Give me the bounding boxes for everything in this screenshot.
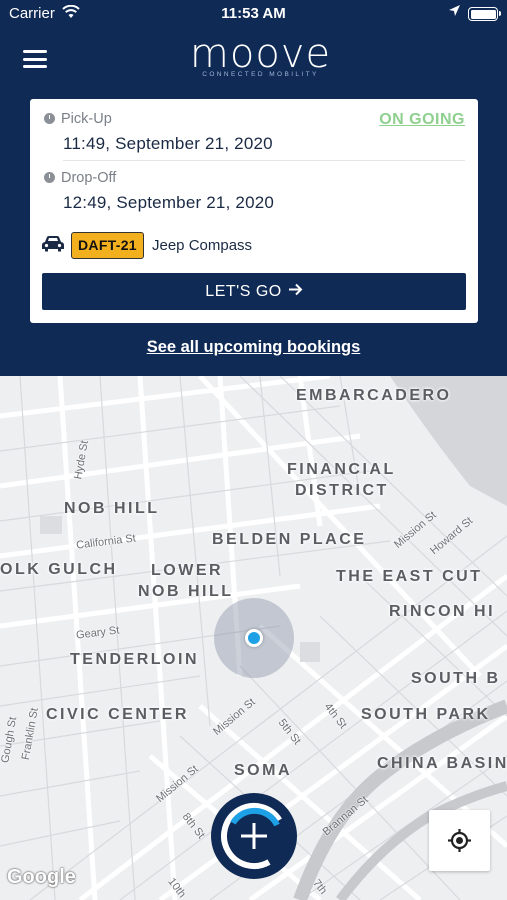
area-label: BELDEN PLACE xyxy=(212,531,367,548)
status-bar: Carrier 11:53 AM xyxy=(0,0,507,28)
arrow-right-icon xyxy=(288,273,303,310)
car-icon xyxy=(41,235,65,253)
lets-go-label: LET'S GO xyxy=(205,283,282,300)
pickup-label: Pick-Up xyxy=(44,111,112,127)
booking-card: Pick-Up ON GOING 11:49, September 21, 20… xyxy=(30,99,478,323)
area-label: NOB HILL xyxy=(64,500,160,517)
area-label: OLK GULCH xyxy=(0,561,118,578)
moove-logo: moove CONNECTED MOBILITY xyxy=(183,34,338,84)
logo-word: moove xyxy=(189,31,332,77)
new-booking-button[interactable] xyxy=(211,793,297,879)
battery-fill xyxy=(470,9,496,19)
clock-time: 11:53 AM xyxy=(221,5,286,22)
pickup-time: 11:49, September 21, 2020 xyxy=(63,134,273,153)
area-label: SOUTH PARK xyxy=(361,706,491,723)
area-label: LOWER xyxy=(151,562,224,579)
area-label: EMBARCADERO xyxy=(296,387,452,404)
user-location-dot xyxy=(245,629,263,647)
area-label: DISTRICT xyxy=(295,482,389,499)
crosshair-icon xyxy=(447,828,472,858)
divider xyxy=(63,160,465,161)
car-model: Jeep Compass xyxy=(152,237,253,254)
dropoff-time: 12:49, September 21, 2020 xyxy=(63,193,275,212)
logo-tagline: CONNECTED MOBILITY xyxy=(202,71,319,78)
locate-me-button[interactable] xyxy=(429,810,490,871)
area-label: SOMA xyxy=(234,762,292,779)
booking-status[interactable]: ON GOING xyxy=(379,111,465,129)
area-label: TENDERLOIN xyxy=(70,651,199,668)
plus-icon xyxy=(211,793,297,884)
area-label: NOB HILL xyxy=(138,583,234,600)
hamburger-icon[interactable] xyxy=(23,50,47,68)
battery-icon xyxy=(468,7,501,21)
area-label: CHINA BASIN xyxy=(377,755,507,772)
area-label: FINANCIAL xyxy=(287,461,396,478)
google-attribution[interactable]: Google xyxy=(7,866,76,889)
dropoff-label: Drop-Off xyxy=(44,170,116,186)
area-label: SOUTH B xyxy=(411,670,501,687)
area-label: RINCON HI xyxy=(389,603,496,620)
app-header: moove CONNECTED MOBILITY xyxy=(0,28,507,94)
clock-icon xyxy=(44,113,55,124)
see-all-bookings-link[interactable]: See all upcoming bookings xyxy=(0,338,507,357)
location-arrow-icon xyxy=(448,4,461,22)
area-label: THE EAST CUT xyxy=(336,568,483,585)
license-plate: DAFT-21 xyxy=(71,232,144,259)
clock-icon xyxy=(44,172,55,183)
lets-go-button[interactable]: LET'S GO xyxy=(42,273,466,310)
area-label: CIVIC CENTER xyxy=(46,706,189,723)
